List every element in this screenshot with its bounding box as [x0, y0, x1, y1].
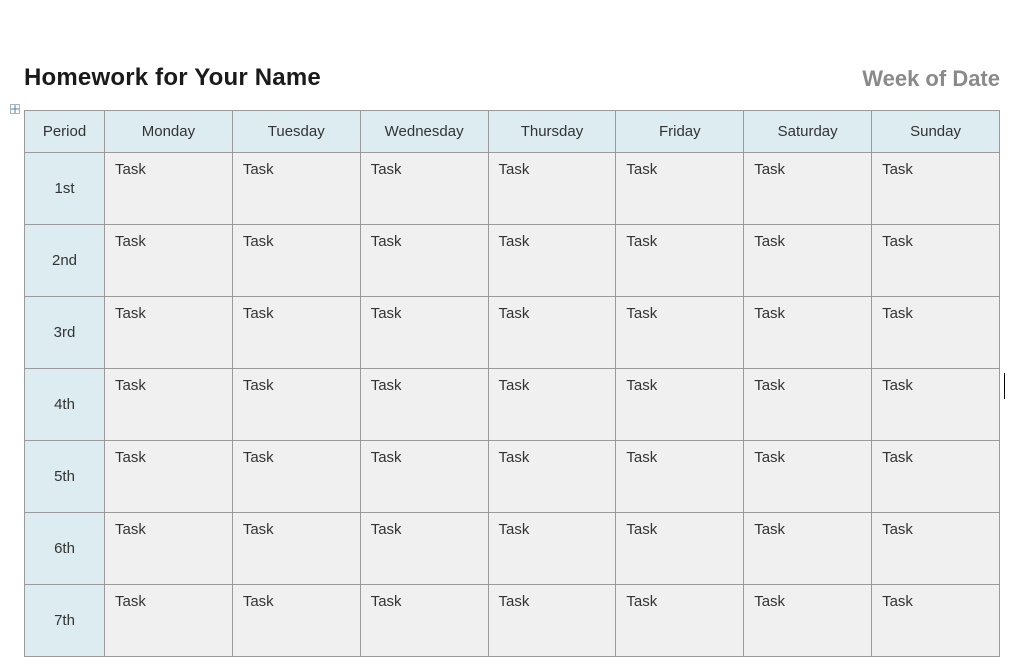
task-cell[interactable]: Task [360, 297, 488, 369]
task-cell[interactable]: Task [232, 225, 360, 297]
task-cell[interactable]: Task [488, 225, 616, 297]
table-row: 5thTaskTaskTaskTaskTaskTaskTask [25, 441, 1000, 513]
period-cell[interactable]: 1st [25, 153, 105, 225]
task-cell[interactable]: Task [488, 513, 616, 585]
task-cell[interactable]: Task [105, 441, 233, 513]
col-wednesday[interactable]: Wednesday [360, 111, 488, 153]
task-cell[interactable]: Task [105, 153, 233, 225]
task-cell[interactable]: Task [872, 513, 1000, 585]
task-cell[interactable]: Task [360, 225, 488, 297]
task-cell[interactable]: Task [488, 441, 616, 513]
task-cell[interactable]: Task [488, 585, 616, 657]
table-wrapper: Period Monday Tuesday Wednesday Thursday… [24, 110, 1000, 657]
table-row: 1stTaskTaskTaskTaskTaskTaskTask [25, 153, 1000, 225]
task-cell[interactable]: Task [616, 297, 744, 369]
task-cell[interactable]: Task [744, 153, 872, 225]
task-cell[interactable]: Task [744, 225, 872, 297]
table-row: 7thTaskTaskTaskTaskTaskTaskTask [25, 585, 1000, 657]
period-cell[interactable]: 7th [25, 585, 105, 657]
task-cell[interactable]: Task [360, 513, 488, 585]
task-cell[interactable]: Task [232, 513, 360, 585]
task-cell[interactable]: Task [616, 369, 744, 441]
task-cell[interactable]: Task [232, 369, 360, 441]
task-cell[interactable]: Task [360, 441, 488, 513]
task-cell[interactable]: Task [872, 369, 1000, 441]
table-row: 4thTaskTaskTaskTaskTaskTaskTask [25, 369, 1000, 441]
task-cell[interactable]: Task [872, 585, 1000, 657]
task-cell[interactable]: Task [616, 153, 744, 225]
task-cell[interactable]: Task [105, 585, 233, 657]
week-label[interactable]: Week of Date [862, 66, 1000, 92]
task-cell[interactable]: Task [488, 153, 616, 225]
task-cell[interactable]: Task [488, 369, 616, 441]
task-cell[interactable]: Task [232, 153, 360, 225]
task-cell[interactable]: Task [872, 225, 1000, 297]
task-cell[interactable]: Task [872, 297, 1000, 369]
task-cell[interactable]: Task [744, 297, 872, 369]
task-cell[interactable]: Task [872, 153, 1000, 225]
task-cell[interactable]: Task [744, 513, 872, 585]
task-cell[interactable]: Task [232, 297, 360, 369]
task-cell[interactable]: Task [105, 369, 233, 441]
task-cell[interactable]: Task [744, 441, 872, 513]
task-cell[interactable]: Task [744, 585, 872, 657]
table-move-handle-icon[interactable] [10, 104, 20, 114]
task-cell[interactable]: Task [232, 585, 360, 657]
task-cell[interactable]: Task [360, 585, 488, 657]
period-cell[interactable]: 4th [25, 369, 105, 441]
table-row: 2ndTaskTaskTaskTaskTaskTaskTask [25, 225, 1000, 297]
document-page: Homework for Your Name Week of Date Peri… [0, 0, 1024, 657]
col-monday[interactable]: Monday [105, 111, 233, 153]
period-cell[interactable]: 3rd [25, 297, 105, 369]
page-title[interactable]: Homework for Your Name [24, 64, 321, 92]
col-saturday[interactable]: Saturday [744, 111, 872, 153]
table-row: 6thTaskTaskTaskTaskTaskTaskTask [25, 513, 1000, 585]
task-cell[interactable]: Task [105, 297, 233, 369]
task-cell[interactable]: Task [105, 513, 233, 585]
task-cell[interactable]: Task [744, 369, 872, 441]
task-cell[interactable]: Task [360, 369, 488, 441]
col-tuesday[interactable]: Tuesday [232, 111, 360, 153]
col-sunday[interactable]: Sunday [872, 111, 1000, 153]
task-cell[interactable]: Task [616, 441, 744, 513]
task-cell[interactable]: Task [105, 225, 233, 297]
task-cell[interactable]: Task [616, 225, 744, 297]
col-period[interactable]: Period [25, 111, 105, 153]
text-cursor-icon [1004, 373, 1005, 399]
period-cell[interactable]: 5th [25, 441, 105, 513]
task-cell[interactable]: Task [872, 441, 1000, 513]
col-friday[interactable]: Friday [616, 111, 744, 153]
task-cell[interactable]: Task [616, 585, 744, 657]
col-thursday[interactable]: Thursday [488, 111, 616, 153]
homework-table[interactable]: Period Monday Tuesday Wednesday Thursday… [24, 110, 1000, 657]
task-cell[interactable]: Task [616, 513, 744, 585]
table-header-row: Period Monday Tuesday Wednesday Thursday… [25, 111, 1000, 153]
task-cell[interactable]: Task [360, 153, 488, 225]
task-cell[interactable]: Task [488, 297, 616, 369]
header: Homework for Your Name Week of Date [24, 64, 1000, 92]
period-cell[interactable]: 2nd [25, 225, 105, 297]
task-cell[interactable]: Task [232, 441, 360, 513]
table-row: 3rdTaskTaskTaskTaskTaskTaskTask [25, 297, 1000, 369]
period-cell[interactable]: 6th [25, 513, 105, 585]
